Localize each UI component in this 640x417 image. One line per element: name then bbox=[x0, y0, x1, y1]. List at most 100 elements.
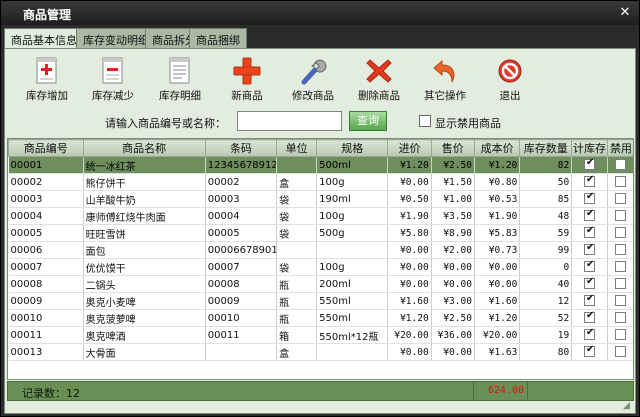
query-button[interactable]: 查询 bbox=[349, 111, 387, 131]
new-goods-button[interactable]: 新商品 bbox=[217, 57, 277, 107]
goods-name-cell: 旺旺雪饼 bbox=[83, 224, 206, 242]
disabled-checkbox[interactable] bbox=[615, 329, 627, 341]
buy-price-cell: ¥0.00 bbox=[387, 173, 432, 191]
table-row[interactable]: 00002 熊仔饼干 00002 盒 100g ¥0.00 ¥1.50 ¥0.80 50 bbox=[8, 173, 633, 191]
spec-cell: 500g bbox=[316, 224, 389, 242]
goods-table[interactable]: 商品编号 商品名称 条码 单位 规格 进价 售价 成本价 库存数量 计库存 禁用… bbox=[7, 138, 634, 380]
track-stock-checkbox[interactable] bbox=[584, 208, 596, 222]
disabled-checkbox[interactable] bbox=[615, 346, 627, 358]
search-input[interactable] bbox=[237, 111, 342, 131]
col-header[interactable]: 商品名称 bbox=[82, 139, 206, 157]
delete-goods-button[interactable]: 删除商品 bbox=[349, 57, 409, 107]
goods-name-cell: 优优馍干 bbox=[83, 258, 206, 276]
disabled-checkbox-cell bbox=[607, 292, 633, 310]
col-header[interactable]: 条码 bbox=[204, 139, 278, 157]
tab-goods-basic-info[interactable]: 商品基本信息 bbox=[4, 28, 84, 49]
goods-code-cell: 00006 bbox=[8, 241, 84, 259]
unit-cell: 箱 bbox=[276, 326, 318, 344]
table-row[interactable]: 00003 山羊酸牛奶 00003 袋 190ml ¥0.50 ¥1.00 ¥0.53 85 bbox=[8, 190, 633, 208]
table-row[interactable]: 00008 二锅头 00008 瓶 200ml ¥0.00 ¥0.00 ¥0.00 40 bbox=[8, 275, 633, 293]
spec-cell: 550ml*12瓶 bbox=[316, 326, 389, 344]
table-row[interactable]: 00005 旺旺雪饼 00005 袋 500g ¥5.80 ¥8.90 ¥5.83 59 bbox=[8, 224, 633, 242]
resize-grip-icon[interactable]: ◢ bbox=[623, 401, 633, 411]
col-header[interactable]: 进价 bbox=[387, 139, 432, 157]
track-stock-checkbox[interactable] bbox=[584, 276, 596, 290]
stock-qty-cell: 52 bbox=[519, 309, 573, 327]
cost-price-cell: ¥0.00 bbox=[474, 258, 521, 276]
sell-price-cell: ¥3.00 bbox=[431, 292, 475, 310]
col-header[interactable]: 禁用 bbox=[606, 139, 633, 157]
goods-name-cell: 山羊酸牛奶 bbox=[83, 190, 206, 208]
exit-label: 退出 bbox=[499, 90, 521, 102]
stock-add-button[interactable]: 库存增加 bbox=[17, 57, 77, 107]
col-header[interactable]: 规格 bbox=[316, 139, 389, 157]
stock-add-label: 库存增加 bbox=[26, 90, 68, 102]
col-header[interactable]: 计库存 bbox=[571, 139, 608, 157]
track-stock-checkbox-cell bbox=[571, 275, 608, 293]
show-disabled-checkbox[interactable] bbox=[419, 115, 431, 127]
track-stock-checkbox[interactable] bbox=[584, 259, 596, 273]
track-stock-checkbox[interactable] bbox=[584, 327, 596, 341]
table-row[interactable]: 00004 康师傅红烧牛肉面 00004 袋 100g ¥1.90 ¥3.50 ¥1.90 48 bbox=[8, 207, 633, 225]
disabled-checkbox-cell bbox=[607, 207, 633, 225]
table-row[interactable]: 00001统一冰红茶1234567891234500ml¥1.20¥2.50¥1… bbox=[8, 156, 633, 174]
goods-name-cell: 熊仔饼干 bbox=[83, 173, 206, 191]
exit-button[interactable]: 退出 bbox=[480, 57, 540, 107]
barcode-cell: 0000667890123 bbox=[205, 241, 278, 259]
table-row[interactable]: 00009 奥克小麦啤 00009 瓶 550ml ¥1.60 ¥3.00 ¥1.60 12 bbox=[8, 292, 633, 310]
disabled-checkbox[interactable] bbox=[615, 278, 627, 290]
sell-price-cell: ¥0.00 bbox=[431, 258, 475, 276]
disabled-checkbox[interactable] bbox=[615, 176, 627, 188]
table-row[interactable]: 00013 大骨面盒 ¥0.00 ¥0.00 ¥1.63 80 bbox=[8, 343, 633, 361]
track-stock-checkbox[interactable] bbox=[584, 293, 596, 307]
barcode-cell: 00011 bbox=[205, 326, 278, 344]
track-stock-checkbox[interactable] bbox=[584, 242, 596, 256]
unit-cell: 袋 bbox=[276, 207, 318, 225]
table-row[interactable]: 00007 优优馍干 00007 袋 100g ¥0.00 ¥0.00 ¥0.00 0 bbox=[8, 258, 633, 276]
col-header[interactable]: 成本价 bbox=[473, 139, 521, 157]
col-header[interactable]: 售价 bbox=[430, 139, 475, 157]
disabled-checkbox[interactable] bbox=[615, 261, 627, 273]
goods-code-cell: 00008 bbox=[8, 275, 84, 293]
col-header[interactable]: 库存数量 bbox=[519, 139, 573, 157]
track-stock-checkbox[interactable] bbox=[584, 310, 596, 324]
stock-qty-cell: 59 bbox=[519, 224, 573, 242]
goods-management-window: 商品管理 ✕ 商品基本信息 库存变动明细 商品拆分 商品捆绑 库存增加 库存减少… bbox=[0, 0, 640, 417]
stock-qty-cell: 19 bbox=[519, 326, 573, 344]
edit-goods-button[interactable]: 修改商品 bbox=[283, 57, 343, 107]
track-stock-checkbox[interactable] bbox=[584, 225, 596, 239]
track-stock-checkbox[interactable] bbox=[584, 191, 596, 205]
table-row[interactable]: 00011 奥克啤酒 00011 箱 550ml*12瓶 ¥20.00 ¥36.00 ¥20.… bbox=[8, 326, 633, 344]
buy-price-cell: ¥20.00 bbox=[387, 326, 432, 344]
delete-goods-label: 删除商品 bbox=[358, 90, 400, 102]
tab-stock-change-detail[interactable]: 库存变动明细 bbox=[76, 28, 156, 48]
disabled-checkbox-cell bbox=[607, 190, 633, 208]
tab-goods-bundle[interactable]: 商品捆绑 bbox=[189, 28, 247, 48]
track-stock-checkbox[interactable] bbox=[584, 344, 596, 358]
title-bar[interactable]: 商品管理 ✕ bbox=[1, 1, 639, 25]
stock-detail-button[interactable]: 库存明细 bbox=[150, 57, 210, 107]
stock-reduce-button[interactable]: 库存减少 bbox=[83, 57, 143, 107]
close-icon[interactable]: ✕ bbox=[617, 5, 633, 20]
table-row[interactable]: 00006面包0000667890123 ¥0.00¥2.00¥0.7399 bbox=[8, 241, 633, 259]
disabled-checkbox[interactable] bbox=[615, 193, 627, 205]
track-stock-checkbox[interactable] bbox=[584, 157, 596, 171]
track-stock-checkbox[interactable] bbox=[584, 174, 596, 188]
col-header[interactable]: 单位 bbox=[276, 139, 318, 157]
table-row[interactable]: 00010 奥克菠萝啤 00010 瓶 550ml ¥1.20 ¥2.50 ¥1.20 52 bbox=[8, 309, 633, 327]
track-stock-checkbox-cell bbox=[571, 343, 608, 361]
disabled-checkbox-cell bbox=[607, 224, 633, 242]
disabled-checkbox[interactable] bbox=[615, 244, 627, 256]
buy-price-cell: ¥0.00 bbox=[387, 343, 432, 361]
disabled-checkbox[interactable] bbox=[615, 210, 627, 222]
stock-detail-icon bbox=[169, 57, 190, 84]
stock-reduce-label: 库存减少 bbox=[92, 90, 134, 102]
disabled-checkbox[interactable] bbox=[615, 227, 627, 239]
other-operations-button[interactable]: 其它操作 bbox=[415, 57, 475, 107]
barcode-cell bbox=[205, 343, 278, 361]
edit-goods-label: 修改商品 bbox=[292, 90, 334, 102]
disabled-checkbox[interactable] bbox=[615, 295, 627, 307]
disabled-checkbox[interactable] bbox=[615, 312, 627, 324]
col-header[interactable]: 商品编号 bbox=[8, 139, 84, 157]
disabled-checkbox[interactable] bbox=[615, 159, 627, 171]
